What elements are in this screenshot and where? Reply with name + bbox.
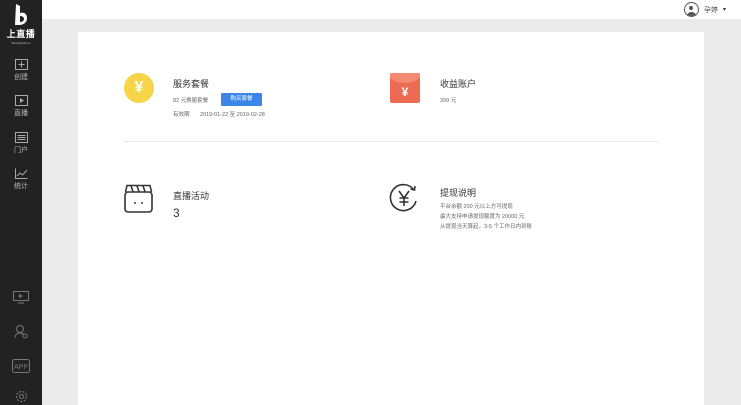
income-amount: 399 元 <box>440 98 457 104</box>
line-chart-icon <box>14 168 27 179</box>
plus-square-icon <box>14 59 28 70</box>
income-account-title: 收益账户 <box>440 79 477 89</box>
settings-icon <box>15 390 27 403</box>
logo-subtext: Shangzhibo.tv <box>11 41 31 45</box>
nav-stats[interactable]: 统计 <box>0 168 42 191</box>
withdraw-line-3: 从提现当天算起，3-5 个工作日内到账 <box>440 224 532 230</box>
nav-create[interactable]: 创建 <box>0 59 42 82</box>
withdraw-line-1: 平台余额 200 元以上方可提现 <box>440 204 513 210</box>
buy-plan-button[interactable]: 购买套餐 <box>221 93 262 106</box>
withdraw-line-2: 最大支持申请提现额度为 20000 元 <box>440 214 525 220</box>
nav-user-search[interactable] <box>0 324 42 339</box>
nav-live-label: 直播 <box>14 110 28 117</box>
logo-text: 上直播 <box>6 29 36 39</box>
nav-portal[interactable]: 门户 <box>0 132 42 155</box>
validity-label: 有效期 <box>173 112 190 118</box>
yen-coin-icon: ¥ <box>124 73 154 103</box>
play-square-icon <box>14 95 28 106</box>
live-activity-title: 直播活动 <box>173 191 210 201</box>
yen-refresh-icon <box>389 183 417 212</box>
validity-range: 2019-01-22 至 2019-02-28 <box>200 112 265 118</box>
user-menu[interactable]: 孕婷 ▾ <box>683 1 726 18</box>
nav-portal-label: 门户 <box>14 147 28 154</box>
divider <box>124 141 658 142</box>
nav-create-label: 创建 <box>14 74 28 81</box>
service-plan-name: 82 元换届套餐 <box>173 98 209 104</box>
nav-stats-label: 统计 <box>14 183 28 190</box>
nav-settings[interactable] <box>0 389 42 404</box>
envelope-yen-symbol: ¥ <box>401 85 409 99</box>
portal-icon <box>14 132 28 143</box>
user-search-icon <box>14 325 27 339</box>
username[interactable]: 孕婷 <box>704 5 718 15</box>
app-icon-text: APP <box>14 364 28 371</box>
service-plan-title: 服务套餐 <box>173 79 210 89</box>
sidebar: 上直播 Shangzhibo.tv 创建 直播 门户 统计 APP <box>0 0 42 405</box>
avatar[interactable] <box>683 2 699 17</box>
logo[interactable]: 上直播 Shangzhibo.tv <box>0 4 42 45</box>
nav-app[interactable]: APP <box>0 359 42 373</box>
nav-live[interactable]: 直播 <box>0 95 42 118</box>
screen-icon <box>13 291 29 304</box>
top-bar: 孕婷 ▾ <box>42 0 741 19</box>
nav-screen[interactable] <box>0 291 42 304</box>
withdraw-title: 提现说明 <box>440 188 477 198</box>
red-envelope-icon: ¥ <box>390 73 420 103</box>
chevron-down-icon[interactable]: ▾ <box>723 6 726 13</box>
clapperboard-icon <box>124 184 153 213</box>
live-activity-count: 3 <box>173 206 180 220</box>
envelope-flap <box>390 73 420 83</box>
dashboard-panel: ¥ 服务套餐 82 元换届套餐 购买套餐 有效期 2019-01-22 至 20… <box>78 32 704 405</box>
app-icon: APP <box>12 359 30 373</box>
logo-b-icon <box>15 4 27 25</box>
